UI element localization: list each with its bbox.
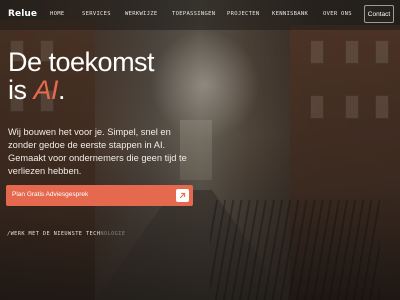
plan-adviesgesprek-button[interactable]: Plan Gratis Adviesgesprek <box>6 185 193 206</box>
hero-subtitle: Wij bouwen het voor je. Simpel, snel en … <box>8 127 187 176</box>
hero-title-period: . <box>58 75 66 105</box>
hero-title: De toekomst is AI. <box>8 47 155 104</box>
nav-item-home[interactable]: HOME <box>50 11 64 17</box>
hero-tagline: /WERK MET DE NIEUWSTE TECHNOLOGIE <box>7 231 125 237</box>
cta-label: Plan Gratis Adviesgesprek <box>12 191 89 198</box>
nav-item-werkwijze[interactable]: WERKWIJZE <box>125 11 158 17</box>
nav-item-projecten[interactable]: PROJECTEN <box>227 11 260 17</box>
contact-button[interactable]: Contact <box>364 5 394 23</box>
tagline-fade-text: NOLOGIE <box>100 231 126 237</box>
hero-title-accent: AI <box>33 75 59 105</box>
hero-title-is: is <box>8 75 34 105</box>
background-bicycles <box>210 200 380 300</box>
arrow-up-right-icon <box>176 189 189 202</box>
nav-item-services[interactable]: SERVICES <box>82 11 111 17</box>
hero-title-line1: De toekomst <box>8 47 155 77</box>
tagline-text: /WERK MET DE NIEUWSTE TECH <box>7 231 101 237</box>
hero-title-line2: is AI. <box>8 76 154 104</box>
site-logo[interactable]: Relue <box>8 9 37 19</box>
nav-item-over-ons[interactable]: OVER ONS <box>323 11 352 17</box>
nav-item-kennisbank[interactable]: KENNISBANK <box>272 11 308 17</box>
site-header: Relue HOME SERVICES WERKWIJZE TOEPASSING… <box>0 0 400 30</box>
nav-item-toepassingen[interactable]: TOEPASSINGEN <box>172 11 215 17</box>
